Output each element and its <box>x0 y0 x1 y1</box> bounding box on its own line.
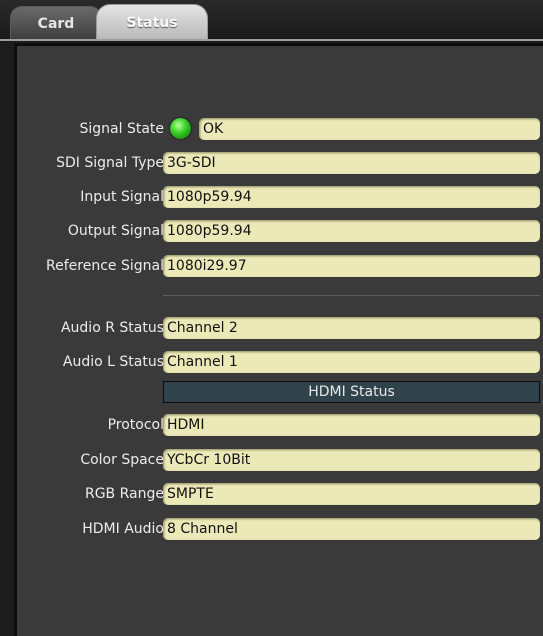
output-signal-label: Output Signal <box>67 223 164 239</box>
audio-r-status-label: Audio R Status <box>60 320 164 336</box>
input-signal-label: Input Signal <box>80 189 164 205</box>
protocol-field: HDMI <box>163 414 540 436</box>
section-divider <box>163 295 540 296</box>
tab-card-label: Card <box>37 15 75 32</box>
tab-card[interactable]: Card <box>10 6 102 40</box>
color-space-row: Color Space YCbCr 10Bit <box>17 448 543 472</box>
output-signal-field: 1080p59.94 <box>163 220 540 242</box>
audio-l-status-label: Audio L Status <box>62 354 164 370</box>
color-space-label: Color Space <box>80 452 164 468</box>
signal-state-row: Signal State OK <box>17 117 543 141</box>
signal-ok-led-icon <box>170 118 191 139</box>
input-signal-field: 1080p59.94 <box>163 186 540 208</box>
hdmi-audio-label: HDMI Audio <box>82 521 164 537</box>
signal-state-label: Signal State <box>79 121 164 137</box>
status-panel: Signal State OK SDI Signal Type 3G-SDI I… <box>14 43 543 636</box>
signal-state-field: OK <box>199 118 540 140</box>
tab-bar: Card Status <box>0 0 543 41</box>
protocol-row: Protocol HDMI <box>17 413 543 437</box>
sdi-signal-type-field: 3G-SDI <box>163 152 540 174</box>
audio-r-status-row: Audio R Status Channel 2 <box>17 316 543 340</box>
tab-status[interactable]: Status <box>96 4 208 41</box>
hdmi-audio-row: HDMI Audio 8 Channel <box>17 517 543 541</box>
input-signal-row: Input Signal 1080p59.94 <box>17 185 543 209</box>
rgb-range-label: RGB Range <box>84 486 164 502</box>
output-signal-row: Output Signal 1080p59.94 <box>17 219 543 243</box>
rgb-range-field: SMPTE <box>163 483 540 505</box>
audio-l-status-row: Audio L Status Channel 1 <box>17 350 543 374</box>
protocol-label: Protocol <box>107 417 164 433</box>
reference-signal-label: Reference Signal <box>46 258 164 274</box>
tab-status-label: Status <box>126 15 178 31</box>
rgb-range-row: RGB Range SMPTE <box>17 482 543 506</box>
tab-underline <box>0 39 543 41</box>
audio-r-status-field: Channel 2 <box>163 317 540 339</box>
color-space-field: YCbCr 10Bit <box>163 449 540 471</box>
sdi-signal-type-label: SDI Signal Type <box>56 155 164 171</box>
hdmi-status-header: HDMI Status <box>163 381 540 403</box>
audio-l-status-field: Channel 1 <box>163 351 540 373</box>
reference-signal-row: Reference Signal 1080i29.97 <box>17 254 543 278</box>
hdmi-audio-field: 8 Channel <box>163 518 540 540</box>
sdi-signal-type-row: SDI Signal Type 3G-SDI <box>17 151 543 175</box>
reference-signal-field: 1080i29.97 <box>163 255 540 277</box>
